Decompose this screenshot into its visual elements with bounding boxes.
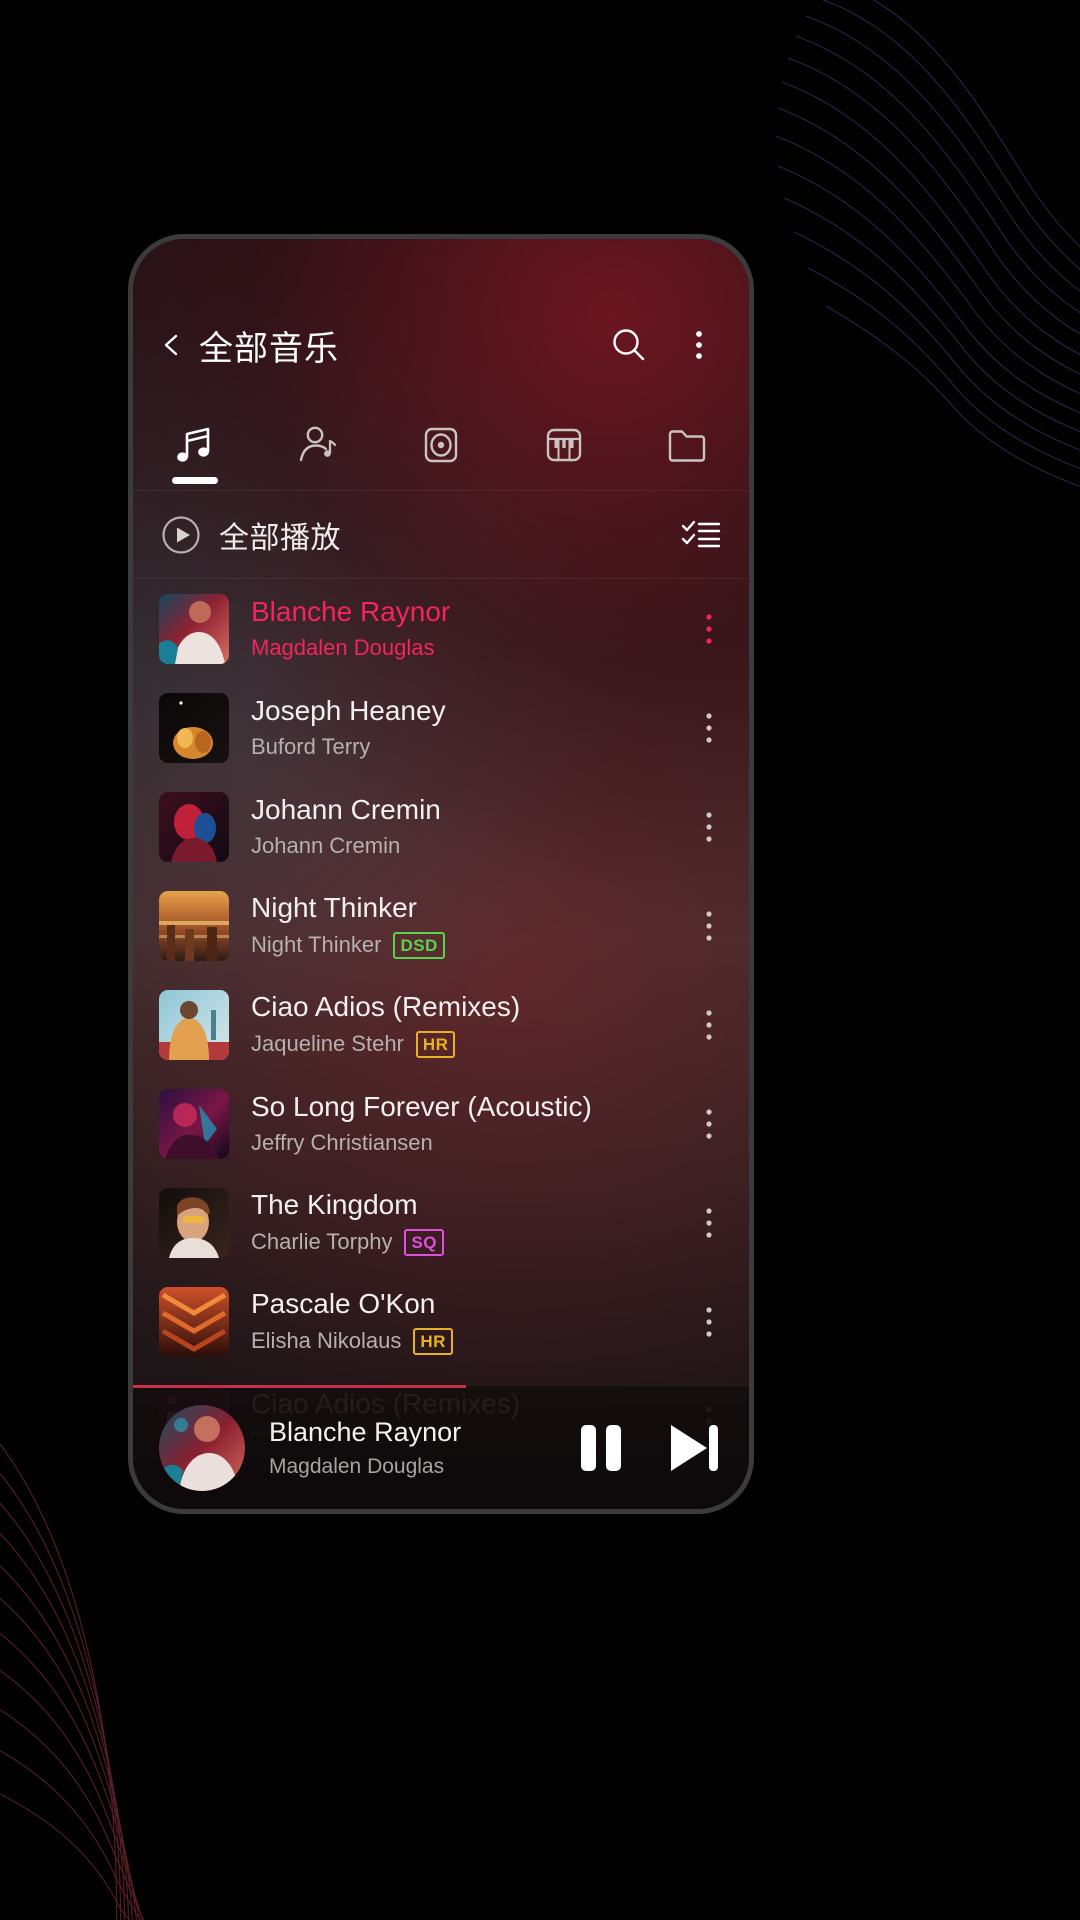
play-all-row[interactable]: 全部播放 [133, 491, 749, 579]
quality-badge: HR [413, 1327, 453, 1355]
mini-player-artist: Magdalen Douglas [269, 1454, 445, 1478]
more-vertical-icon[interactable] [691, 1199, 727, 1247]
song-row[interactable]: Joseph Heaney Buford Terry [133, 678, 749, 777]
tab-active-indicator [171, 477, 218, 484]
song-info: So Long Forever (Acoustic) Jeffry Christi… [251, 1091, 683, 1156]
song-title: So Long Forever (Acoustic) [251, 1090, 592, 1122]
album-art [159, 791, 229, 862]
song-info: Ciao Adios (Remixes) Jaqueline Stehr HR [251, 991, 683, 1058]
playback-progress-bar[interactable] [133, 1385, 466, 1388]
song-subtitle: Johann Cremin [251, 833, 683, 859]
mini-player-title: Blanche Raynor [269, 1417, 462, 1448]
album-art [159, 1187, 229, 1258]
more-vertical-icon[interactable] [691, 704, 727, 752]
song-title: The Kingdom [251, 1189, 418, 1221]
quality-badge: HR [415, 1030, 456, 1058]
tab-albums[interactable] [379, 399, 502, 490]
album-art [159, 989, 229, 1060]
artist-icon [293, 420, 343, 470]
song-subtitle: Jeffry Christiansen [251, 1130, 683, 1156]
mini-player-album-art[interactable] [159, 1404, 245, 1491]
tab-songs[interactable] [133, 399, 256, 490]
song-subtitle: Charlie Torphy SQ [251, 1228, 683, 1256]
song-subtitle: Jaqueline Stehr HR [251, 1030, 683, 1058]
song-title: Johann Cremin [251, 793, 441, 825]
mini-player[interactable]: Blanche Raynor Magdalen Douglas [133, 1385, 749, 1509]
song-subtitle: Elisha Nikolaus HR [251, 1327, 683, 1355]
next-track-icon[interactable] [663, 1418, 723, 1478]
song-row[interactable]: So Long Forever (Acoustic) Jeffry Christi… [133, 1074, 749, 1173]
more-vertical-icon[interactable] [691, 1100, 727, 1148]
song-artist: Charlie Torphy [251, 1229, 393, 1255]
more-vertical-icon[interactable] [691, 1298, 727, 1346]
more-vertical-icon[interactable] [677, 323, 721, 367]
song-list[interactable]: Blanche Raynor Magdalen Douglas Joseph Hea… [133, 579, 749, 1435]
app-bar: 全部音乐 [133, 291, 749, 399]
song-row[interactable]: Night Thinker Night Thinker DSD [133, 876, 749, 975]
song-info: Johann Cremin Johann Cremin [251, 794, 683, 859]
song-row[interactable]: Johann Cremin Johann Cremin [133, 777, 749, 876]
song-subtitle: Magdalen Douglas [251, 635, 683, 661]
song-artist: Night Thinker [251, 932, 382, 958]
checklist-icon[interactable] [679, 513, 723, 557]
song-title: Ciao Adios (Remixes) [251, 991, 521, 1023]
song-artist: Johann Cremin [251, 833, 401, 859]
more-vertical-icon[interactable] [691, 605, 727, 653]
album-art [159, 692, 229, 763]
song-row[interactable]: Blanche Raynor Magdalen Douglas [133, 579, 749, 678]
quality-badge: DSD [393, 931, 445, 959]
quality-badge: SQ [404, 1228, 445, 1256]
album-art [159, 890, 229, 961]
phone-frame: 全部音乐 全部播放 Blanche Raynor Magdalen Dougla… [128, 234, 754, 1514]
album-art [159, 1088, 229, 1159]
album-disc-icon [416, 420, 466, 470]
mini-player-track-info: Blanche Raynor Magdalen Douglas [269, 1416, 539, 1478]
folder-icon [662, 420, 712, 470]
page-title: 全部音乐 [199, 329, 339, 368]
song-subtitle: Night Thinker DSD [251, 931, 683, 959]
tab-bar [133, 399, 749, 491]
song-subtitle: Buford Terry [251, 734, 683, 760]
song-title: Night Thinker [251, 892, 418, 924]
song-info: Pascale O'Kon Elisha Nikolaus HR [251, 1288, 683, 1355]
play-all-label: 全部播放 [219, 521, 341, 555]
song-info: The Kingdom Charlie Torphy SQ [251, 1189, 683, 1256]
search-icon[interactable] [607, 323, 651, 367]
album-art [159, 1286, 229, 1357]
song-row[interactable]: Pascale O'Kon Elisha Nikolaus HR [133, 1272, 749, 1371]
song-title: Pascale O'Kon [251, 1288, 436, 1320]
tab-genres[interactable] [503, 399, 626, 490]
music-note-icon [170, 420, 220, 470]
song-artist: Jaqueline Stehr [251, 1031, 404, 1057]
song-info: Joseph Heaney Buford Terry [251, 695, 683, 760]
song-title: Blanche Raynor [251, 595, 451, 627]
song-artist: Jeffry Christiansen [251, 1130, 433, 1156]
more-vertical-icon[interactable] [691, 902, 727, 950]
song-artist: Elisha Nikolaus [251, 1328, 402, 1354]
piano-icon [539, 420, 589, 470]
more-vertical-icon[interactable] [691, 1001, 727, 1049]
song-row[interactable]: Ciao Adios (Remixes) Jaqueline Stehr HR [133, 975, 749, 1074]
more-vertical-icon[interactable] [691, 803, 727, 851]
song-info: Blanche Raynor Magdalen Douglas [251, 596, 683, 661]
song-row[interactable]: The Kingdom Charlie Torphy SQ [133, 1173, 749, 1272]
chevron-left-icon[interactable] [159, 332, 185, 358]
album-art [159, 593, 229, 664]
song-title: Joseph Heaney [251, 694, 446, 726]
song-artist: Buford Terry [251, 734, 371, 760]
tab-artists[interactable] [256, 399, 379, 490]
tab-folders[interactable] [626, 399, 749, 490]
song-info: Night Thinker Night Thinker DSD [251, 892, 683, 959]
song-artist: Magdalen Douglas [251, 635, 435, 661]
play-circle-icon[interactable] [161, 515, 201, 555]
pause-icon[interactable] [573, 1418, 629, 1478]
phone-screen: 全部音乐 全部播放 Blanche Raynor Magdalen Dougla… [133, 239, 749, 1509]
